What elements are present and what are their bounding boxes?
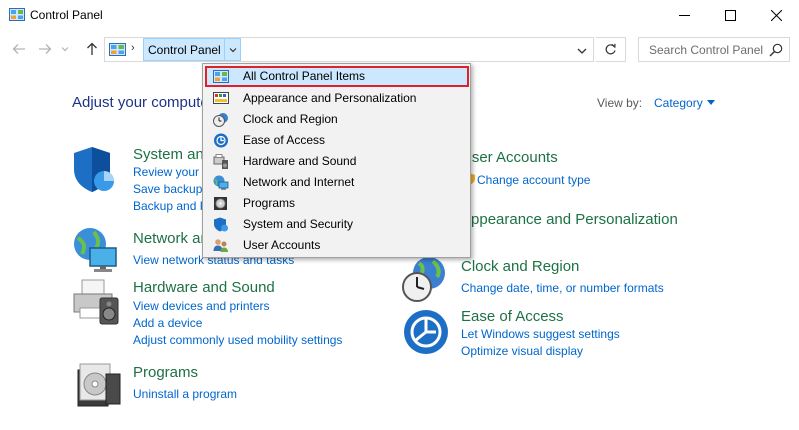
category-title[interactable]: Hardware and Sound	[133, 279, 275, 296]
breadcrumb-dropdown-menu: All Control Panel Items Appearance and P…	[202, 63, 471, 258]
recent-locations-button[interactable]	[60, 41, 70, 57]
menu-item-label: Ease of Access	[243, 133, 326, 147]
menu-item-appearance[interactable]: Appearance and Personalization	[205, 88, 469, 109]
category-title[interactable]: Appearance and Personalization	[461, 211, 678, 228]
menu-item-label: System and Security	[243, 217, 354, 231]
printer-icon[interactable]	[72, 278, 120, 326]
menu-item-all-control-panel-items[interactable]: All Control Panel Items	[205, 66, 469, 87]
hardware-icon	[213, 154, 228, 169]
category-title[interactable]: Programs	[133, 364, 198, 381]
breadcrumb[interactable]: Control Panel	[143, 38, 241, 61]
forward-button[interactable]	[37, 41, 53, 57]
caret-down-icon[interactable]	[707, 100, 715, 105]
menu-item-label: User Accounts	[243, 238, 321, 252]
menu-item-clock-region[interactable]: Clock and Region	[205, 109, 469, 130]
category-link[interactable]: Let Windows suggest settings	[461, 327, 620, 341]
view-by-dropdown[interactable]: Category	[654, 96, 703, 110]
maximize-button[interactable]	[707, 0, 753, 30]
minimize-icon	[678, 14, 690, 16]
refresh-button[interactable]	[596, 37, 626, 62]
arrow-right-icon	[39, 44, 52, 54]
category-link[interactable]: Optimize visual display	[461, 344, 583, 358]
category-title[interactable]: Ease of Access	[461, 308, 564, 325]
menu-item-system-security[interactable]: System and Security	[205, 214, 469, 235]
menu-item-label: Clock and Region	[243, 112, 338, 126]
menu-item-ease-of-access[interactable]: Ease of Access	[205, 130, 469, 151]
network-globe-icon[interactable]	[72, 226, 120, 274]
users-icon	[213, 239, 228, 252]
close-icon	[770, 9, 782, 21]
back-button[interactable]	[11, 41, 27, 57]
appearance-icon	[213, 92, 229, 104]
category-link[interactable]: Adjust commonly used mobility settings	[133, 333, 342, 347]
up-button[interactable]	[84, 41, 100, 57]
refresh-icon	[605, 43, 616, 55]
clock-icon	[213, 113, 228, 127]
ease-of-access-icon	[214, 133, 228, 148]
view-by-label: View by:	[597, 96, 643, 110]
category-link[interactable]: Change account type	[477, 173, 590, 187]
category-link[interactable]: Uninstall a program	[133, 387, 237, 401]
breadcrumb-dropdown-button[interactable]	[224, 39, 240, 60]
control-panel-icon	[9, 8, 25, 21]
address-bar[interactable]: › Control Panel	[104, 37, 594, 62]
menu-item-label: Network and Internet	[243, 175, 355, 189]
arrow-left-icon	[12, 44, 25, 54]
title-bar: Control Panel	[0, 0, 799, 30]
close-button[interactable]	[753, 0, 799, 30]
clock-globe-icon[interactable]	[401, 255, 449, 303]
category-title[interactable]: User Accounts	[461, 149, 558, 166]
maximize-icon	[724, 9, 736, 21]
menu-item-network-internet[interactable]: Network and Internet	[205, 172, 469, 193]
menu-item-programs[interactable]: Programs	[205, 193, 469, 214]
category-link[interactable]: Change date, time, or number formats	[461, 281, 664, 295]
address-history-button[interactable]	[577, 44, 587, 58]
minimize-button[interactable]	[661, 0, 707, 30]
category-link[interactable]: Add a device	[133, 316, 202, 330]
menu-item-label: Hardware and Sound	[243, 154, 357, 168]
category-title[interactable]: Clock and Region	[461, 258, 579, 275]
ease-of-access-icon[interactable]	[402, 308, 450, 356]
programs-icon[interactable]	[76, 360, 124, 408]
search-icon[interactable]	[769, 43, 783, 57]
shield-icon	[214, 217, 228, 232]
arrow-up-icon	[87, 42, 97, 55]
control-panel-icon	[109, 43, 126, 56]
category-link[interactable]: View devices and printers	[133, 299, 270, 313]
chevron-down-icon	[577, 48, 587, 54]
programs-icon	[214, 197, 227, 210]
menu-item-user-accounts[interactable]: User Accounts	[205, 235, 469, 256]
breadcrumb-separator: ›	[131, 42, 135, 54]
menu-item-hardware-sound[interactable]: Hardware and Sound	[205, 151, 469, 172]
network-icon	[213, 175, 229, 190]
chevron-down-icon	[229, 47, 237, 52]
search-input[interactable]: Search Control Panel	[638, 37, 790, 62]
breadcrumb-control-panel[interactable]: Control Panel	[144, 43, 224, 57]
menu-item-label: All Control Panel Items	[243, 69, 366, 83]
control-panel-icon	[213, 70, 229, 83]
window-title: Control Panel	[30, 8, 103, 22]
menu-item-label: Programs	[243, 196, 296, 210]
shield-icon[interactable]	[72, 145, 120, 193]
chevron-down-icon	[61, 47, 69, 52]
menu-item-label: Appearance and Personalization	[243, 91, 417, 105]
search-placeholder: Search Control Panel	[649, 43, 764, 57]
